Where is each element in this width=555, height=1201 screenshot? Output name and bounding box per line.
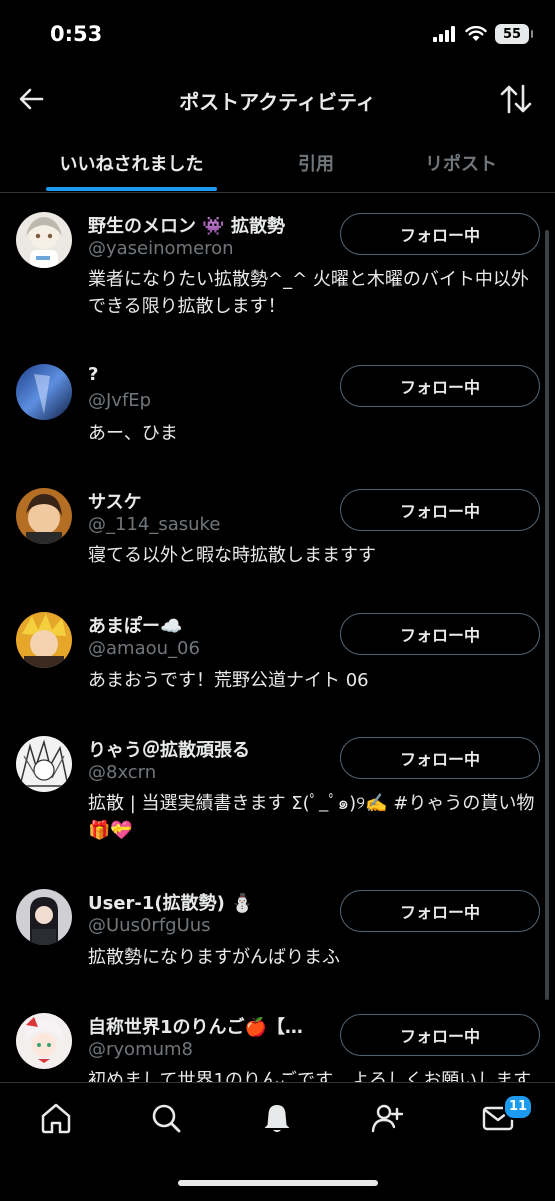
user-display-name: ?: [88, 364, 99, 385]
user-bio: 拡散 | 当選実績書きます Σ(ﾟ_ﾟ๑)୨✍️ #りゃうの貰い物🎁💝: [88, 793, 535, 841]
bell-icon[interactable]: [260, 1101, 294, 1135]
user-handle: @yaseinomeron: [88, 238, 234, 259]
avatar[interactable]: [16, 488, 72, 544]
user-display-name: あまぽー☁️: [88, 616, 183, 637]
user-row[interactable]: サスケ @_114_sasuke フォロー中 寝てる以外と暇な時拡散しまますす: [0, 488, 555, 578]
status-icons: 55: [433, 24, 533, 44]
user-handle: @8xcrn: [88, 762, 157, 783]
tab-quotes[interactable]: 引用: [260, 150, 372, 176]
user-row[interactable]: 自称世界1のりんご🍎【… @ryomum8 フォロー中 初めまして世界1のりんご…: [0, 1013, 555, 1082]
user-row[interactable]: 野生のメロン 👾 拡散勢 @yaseinomeron フォロー中 業者になりたい…: [0, 212, 555, 332]
user-row[interactable]: ? @JvfEp フォロー中 あー、ひま: [0, 364, 555, 454]
status-bar: 0:53 55: [0, 0, 555, 70]
tab-liked[interactable]: いいねされました: [46, 150, 217, 176]
user-display-name: 自称世界1のりんご🍎【…: [88, 1017, 303, 1038]
user-bio: 寝てる以外と暇な時拡散しまますす: [88, 545, 376, 566]
user-display-name: サスケ: [88, 492, 142, 513]
following-button[interactable]: フォロー中: [340, 489, 540, 531]
user-handle: @_114_sasuke: [88, 514, 221, 535]
home-icon[interactable]: [39, 1101, 73, 1135]
following-button[interactable]: フォロー中: [340, 737, 540, 779]
user-handle: @Uus0rfgUus: [88, 915, 211, 936]
user-list: 野生のメロン 👾 拡散勢 @yaseinomeron フォロー中 業者になりたい…: [0, 192, 555, 1082]
page-title: ポストアクティビティ: [179, 90, 376, 114]
battery-indicator: 55: [495, 24, 533, 44]
following-button[interactable]: フォロー中: [340, 213, 540, 255]
user-display-name: りゃう＠拡散頑張る: [88, 740, 250, 761]
following-button[interactable]: フォロー中: [340, 1014, 540, 1056]
activity-tabs: いいねされました 引用 リポスト: [0, 130, 555, 193]
home-indicator[interactable]: [178, 1180, 378, 1186]
avatar[interactable]: [16, 364, 72, 420]
avatar[interactable]: [16, 612, 72, 668]
user-bio: 初めまして世界1のりんごです よろしくお願いします: [88, 1070, 532, 1082]
add-person-icon[interactable]: [370, 1101, 404, 1135]
search-icon[interactable]: [149, 1101, 183, 1135]
sort-arrows-icon[interactable]: [499, 82, 533, 116]
user-handle: @JvfEp: [88, 390, 152, 411]
following-button[interactable]: フォロー中: [340, 613, 540, 655]
following-button[interactable]: フォロー中: [340, 365, 540, 407]
user-bio: あまおうです！荒野公道ナイト 06: [88, 670, 369, 691]
tab-reposts[interactable]: リポスト: [400, 150, 522, 176]
avatar[interactable]: [16, 212, 72, 268]
user-row[interactable]: りゃう＠拡散頑張る @8xcrn フォロー中 拡散 | 当選実績書きます Σ(ﾟ…: [0, 736, 555, 856]
avatar[interactable]: [16, 1013, 72, 1069]
user-handle: @amaou_06: [88, 638, 200, 659]
avatar[interactable]: [16, 889, 72, 945]
status-time: 0:53: [50, 22, 103, 46]
wifi-icon: [465, 26, 487, 41]
user-bio: 拡散勢になりますがんばりまふ: [88, 947, 340, 968]
user-bio: 業者になりたい拡散勢^_^ 火曜と木曜のバイト中以外できる限り拡散します！: [88, 269, 529, 317]
user-row[interactable]: あまぽー☁️ @amaou_06 フォロー中 あまおうです！荒野公道ナイト 06: [0, 612, 555, 702]
top-bar: ポストアクティビティ: [0, 70, 555, 130]
avatar[interactable]: [16, 736, 72, 792]
user-handle: @ryomum8: [88, 1039, 193, 1060]
following-button[interactable]: フォロー中: [340, 890, 540, 932]
user-row[interactable]: User-1(拡散勢) ⛄ @Uus0rfgUus フォロー中 拡散勢になります…: [0, 889, 555, 979]
signal-icon: [433, 26, 455, 42]
scrollbar[interactable]: [545, 230, 549, 1000]
mail-badge: 11: [503, 1094, 533, 1120]
user-display-name: User-1(拡散勢) ⛄: [88, 893, 254, 914]
active-tab-indicator: [46, 187, 217, 191]
user-display-name: 野生のメロン 👾 拡散勢: [88, 216, 285, 237]
user-bio: あー、ひま: [88, 423, 178, 444]
